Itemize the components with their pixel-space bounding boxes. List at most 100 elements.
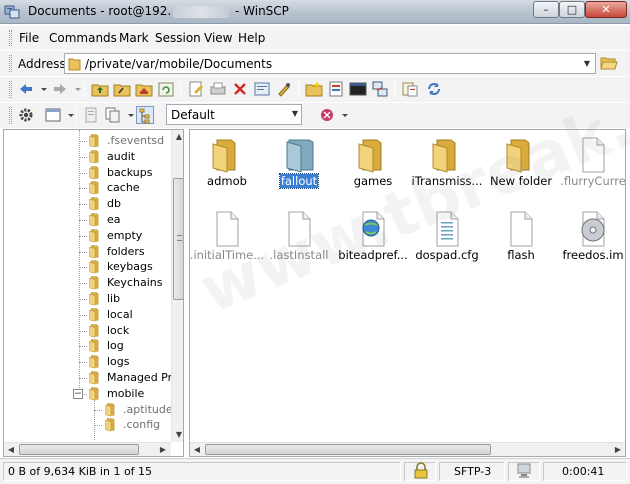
scroll-right-icon[interactable]: ▶: [611, 443, 625, 456]
open-directory-icon[interactable]: [600, 55, 618, 71]
file-item[interactable]: flash: [484, 206, 558, 280]
file-item[interactable]: .lastInstall: [262, 206, 336, 280]
refresh-icon[interactable]: [157, 80, 175, 98]
address-input[interactable]: [85, 55, 575, 72]
file-panel[interactable]: admob fallout games iTransmiss... New folder…: [189, 129, 626, 457]
preferences-icon[interactable]: [401, 80, 419, 98]
putty-icon[interactable]: [371, 80, 389, 98]
parent-directory-icon[interactable]: [91, 80, 109, 98]
menu-session[interactable]: Session: [155, 31, 201, 45]
tree-item[interactable]: ea: [4, 212, 170, 228]
scroll-up-icon[interactable]: ▲: [172, 130, 183, 144]
tree-view-toggle-icon[interactable]: [136, 106, 154, 124]
tree-item[interactable]: .fseventsd: [4, 133, 170, 149]
view-mode-icon[interactable]: [44, 106, 62, 124]
tree-item[interactable]: keybags: [4, 259, 170, 275]
scroll-left-icon[interactable]: ◀: [190, 443, 204, 456]
file-item[interactable]: admob: [190, 132, 264, 206]
new-folder-icon[interactable]: [305, 80, 323, 98]
home-directory-icon[interactable]: [135, 80, 153, 98]
file-item[interactable]: biteadpref...: [336, 206, 410, 280]
file-item[interactable]: .initialTime...: [190, 206, 264, 280]
edit-file-icon[interactable]: [187, 80, 205, 98]
file-item[interactable]: dospad.cfg: [410, 206, 484, 280]
copy-settings-icon[interactable]: [104, 106, 122, 124]
close-button[interactable]: ✕: [585, 1, 627, 18]
transfer-settings-icon[interactable]: [318, 106, 336, 124]
maximize-button[interactable]: □: [559, 1, 585, 18]
synchronize-icon[interactable]: [327, 80, 345, 98]
forward-icon[interactable]: [51, 80, 69, 98]
tree-item[interactable]: lock: [4, 323, 170, 339]
tree-item[interactable]: folders: [4, 244, 170, 260]
toolbar-grip[interactable]: [9, 81, 12, 98]
tree-item[interactable]: Keychains: [4, 275, 170, 291]
menu-mark[interactable]: Mark: [119, 31, 149, 45]
scroll-thumb[interactable]: [205, 444, 491, 455]
delete-icon[interactable]: [231, 80, 249, 98]
print-icon[interactable]: [209, 80, 227, 98]
folder-icon: [68, 58, 81, 71]
file-item[interactable]: fallout: [262, 132, 336, 206]
root-directory-icon[interactable]: [113, 80, 131, 98]
back-icon[interactable]: [17, 80, 35, 98]
tree-item[interactable]: .config: [4, 417, 170, 433]
folder-icon: [209, 136, 245, 174]
file-icon: [281, 210, 317, 248]
tree-horizontal-scrollbar[interactable]: ◀ ▶: [4, 442, 171, 456]
toolbar-grip[interactable]: [9, 30, 12, 46]
toolbar-grip[interactable]: [9, 107, 12, 124]
tree-item[interactable]: mobile: [4, 386, 170, 402]
tree-item[interactable]: backups: [4, 165, 170, 181]
tree-guide-line: [79, 172, 87, 174]
tree-item[interactable]: Managed Pr: [4, 370, 172, 386]
filter-icon[interactable]: [82, 106, 100, 124]
rename-icon[interactable]: [275, 80, 293, 98]
minimize-button[interactable]: –: [533, 1, 559, 18]
file-item[interactable]: freedos.im: [556, 206, 625, 280]
transfer-settings-dropdown-icon[interactable]: [336, 106, 348, 124]
gear-icon[interactable]: [17, 106, 35, 124]
address-field[interactable]: ▼: [64, 53, 596, 74]
tree-item[interactable]: local: [4, 307, 170, 323]
directory-tree[interactable]: .fseventsd audit backups cache db ea empty fold…: [3, 129, 184, 457]
tree-item[interactable]: lib: [4, 291, 170, 307]
menu-file[interactable]: File: [19, 31, 39, 45]
forward-dropdown-icon[interactable]: [69, 80, 81, 98]
files-horizontal-scrollbar[interactable]: ◀ ▶: [190, 442, 625, 456]
file-item[interactable]: .flurryCurre: [556, 132, 625, 206]
tree-item-label: logs: [107, 355, 130, 369]
menu-view[interactable]: View: [204, 31, 232, 45]
tree-vertical-scrollbar[interactable]: ▲ ▼: [171, 130, 183, 442]
scroll-thumb[interactable]: [19, 444, 139, 455]
tree-item[interactable]: empty: [4, 228, 170, 244]
tree-item[interactable]: log: [4, 338, 170, 354]
properties-icon[interactable]: [253, 80, 271, 98]
menu-commands[interactable]: Commands: [49, 31, 117, 45]
tree-item[interactable]: logs: [4, 354, 170, 370]
view-mode-dropdown-icon[interactable]: [62, 106, 74, 124]
file-item[interactable]: iTransmiss...: [410, 132, 484, 206]
scroll-thumb[interactable]: [173, 178, 183, 300]
menu-help[interactable]: Help: [238, 31, 265, 45]
transfer-profile-select[interactable]: Default ▼: [166, 104, 302, 125]
reconnect-icon[interactable]: [425, 80, 443, 98]
toolbar-grip[interactable]: [9, 55, 12, 72]
file-item[interactable]: New folder: [484, 132, 558, 206]
scroll-right-icon[interactable]: ▶: [156, 443, 170, 456]
file-item[interactable]: games: [336, 132, 410, 206]
tree-item[interactable]: audit: [4, 149, 170, 165]
winscp-app-icon[interactable]: [4, 4, 20, 19]
chevron-down-icon[interactable]: ▼: [581, 57, 593, 71]
collapse-mobile-toggle[interactable]: −: [73, 389, 83, 399]
scroll-left-icon[interactable]: ◀: [4, 443, 18, 456]
chevron-down-icon[interactable]: ▼: [292, 109, 298, 118]
tree-item[interactable]: .aptitude: [4, 402, 173, 418]
console-icon[interactable]: [349, 80, 367, 98]
tree-item[interactable]: db: [4, 196, 170, 212]
copy-settings-dropdown-icon[interactable]: [122, 106, 134, 124]
tree-item[interactable]: cache: [4, 180, 170, 196]
folder-icon: [87, 244, 103, 259]
scroll-down-icon[interactable]: ▼: [172, 428, 183, 442]
back-dropdown-icon[interactable]: [35, 80, 47, 98]
